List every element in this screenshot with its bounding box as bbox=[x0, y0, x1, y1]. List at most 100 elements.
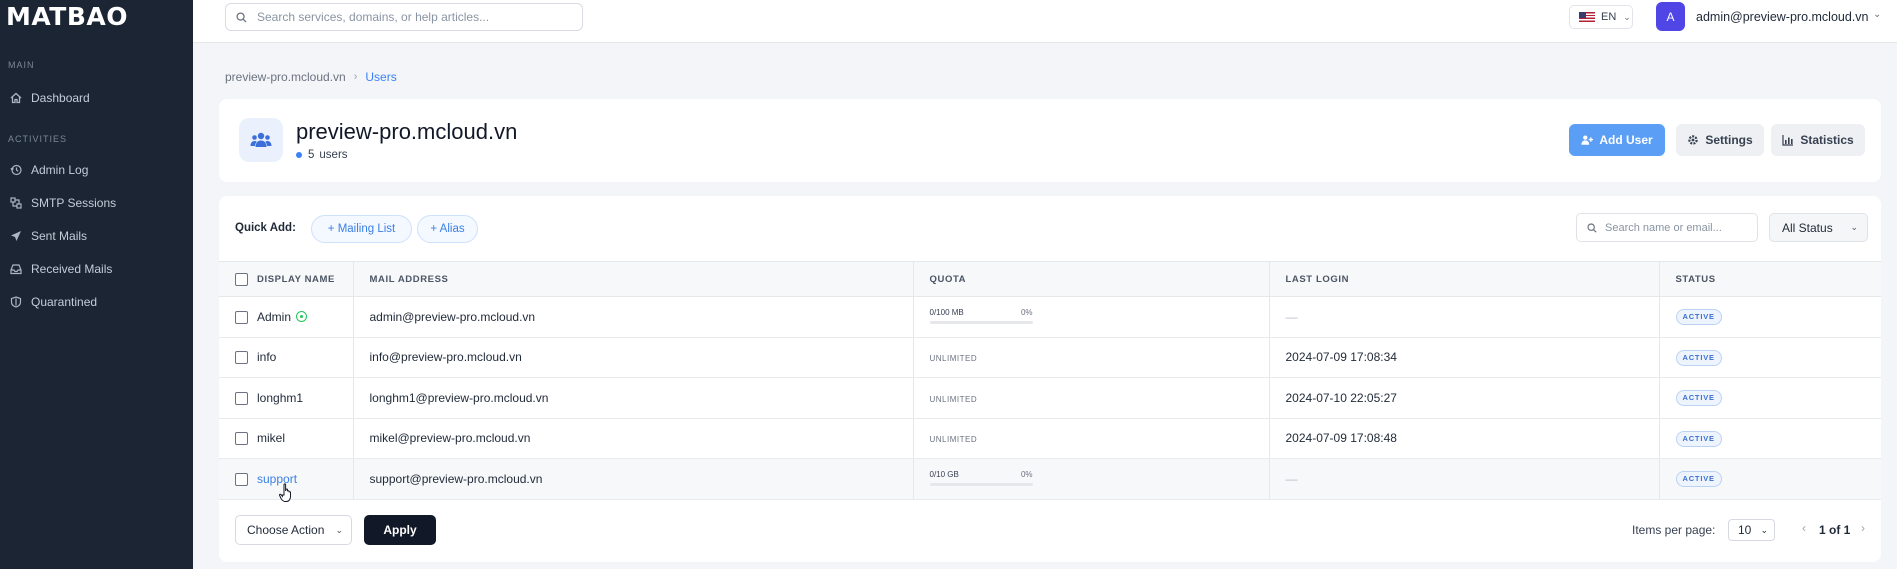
page-title: preview-pro.mcloud.vn bbox=[296, 119, 518, 144]
user-plus-icon bbox=[1581, 135, 1594, 145]
table-row[interactable]: info info@preview-pro.mcloud.vn UNLIMITE… bbox=[219, 337, 1881, 378]
statistics-button[interactable]: Statistics bbox=[1771, 124, 1865, 156]
column-header-status[interactable]: STATUS bbox=[1658, 261, 1881, 297]
email-cell: info@preview-pro.mcloud.vn bbox=[352, 337, 913, 378]
nav-section-main: MAIN bbox=[8, 60, 35, 70]
quota-text: UNLIMITED bbox=[929, 354, 978, 364]
column-header-display-name: DISPLAY NAME bbox=[219, 261, 353, 297]
status-filter-value: All Status bbox=[1782, 220, 1833, 235]
email-cell: admin@preview-pro.mcloud.vn bbox=[352, 296, 913, 338]
domain-header-card: preview-pro.mcloud.vn 5 users Add User S… bbox=[219, 99, 1881, 182]
language-selector[interactable]: EN ⌄ bbox=[1569, 5, 1633, 29]
quota-cell: UNLIMITED bbox=[912, 418, 1269, 459]
users-table-card: Quick Add: + Mailing List + Alias All St… bbox=[219, 196, 1881, 562]
name-cell: info bbox=[219, 337, 353, 378]
sidebar: MATBAO MAIN Dashboard ACTIVITIES Admin L… bbox=[0, 0, 193, 569]
users-table: DISPLAY NAME MAIL ADDRESS QUOTA LAST LOG… bbox=[219, 261, 1881, 500]
quota-meter: 0/10 GB 0% bbox=[929, 469, 1033, 488]
quota-cell: UNLIMITED bbox=[912, 337, 1269, 378]
sidebar-item-received-mails[interactable]: Received Mails bbox=[0, 257, 193, 281]
items-per-page-select[interactable]: 10 ⌄ bbox=[1728, 519, 1775, 541]
next-page-button[interactable]: › bbox=[1861, 521, 1865, 535]
last-login-cell: 2024-07-09 17:08:34 bbox=[1268, 337, 1659, 378]
search-icon bbox=[1587, 222, 1597, 233]
avatar[interactable]: A bbox=[1656, 2, 1685, 31]
row-checkbox[interactable] bbox=[235, 310, 248, 324]
email-cell: support@preview-pro.mcloud.vn bbox=[352, 458, 913, 500]
table-header-row: DISPLAY NAME MAIL ADDRESS QUOTA LAST LOG… bbox=[219, 261, 1881, 297]
quota-text: 0/100 MB bbox=[929, 307, 964, 317]
quota-cell: UNLIMITED bbox=[912, 377, 1269, 419]
sidebar-item-smtp-sessions[interactable]: SMTP Sessions bbox=[0, 191, 193, 215]
user-search[interactable] bbox=[1576, 213, 1758, 242]
sidebar-item-label: Quarantined bbox=[31, 295, 98, 309]
add-mailing-list-button[interactable]: + Mailing List bbox=[311, 215, 412, 243]
admin-user-icon bbox=[296, 311, 308, 323]
sessions-icon bbox=[10, 197, 22, 209]
column-header-quota[interactable]: QUOTA bbox=[912, 261, 1269, 297]
row-checkbox[interactable] bbox=[235, 351, 248, 365]
user-search-input[interactable] bbox=[1605, 221, 1755, 234]
add-user-button[interactable]: Add User bbox=[1569, 124, 1665, 156]
last-login-cell: — bbox=[1268, 458, 1659, 500]
inbox-icon bbox=[10, 263, 22, 275]
status-cell: ACTIVE bbox=[1658, 458, 1881, 500]
statistics-label: Statistics bbox=[1800, 133, 1854, 147]
global-search-input[interactable] bbox=[257, 10, 577, 24]
sidebar-item-label: Sent Mails bbox=[31, 229, 88, 243]
chevron-down-icon[interactable]: ⌄ bbox=[1873, 9, 1881, 20]
quota-percent: 0% bbox=[1020, 469, 1033, 479]
sidebar-item-dashboard[interactable]: Dashboard bbox=[0, 86, 193, 110]
last-login-value: — bbox=[1285, 309, 1298, 324]
breadcrumb-current: Users bbox=[365, 70, 397, 84]
name-cell: longhm1 bbox=[219, 377, 353, 419]
quota-cell: 0/10 GB 0% bbox=[912, 458, 1269, 500]
sidebar-item-label: SMTP Sessions bbox=[31, 196, 117, 210]
user-display-name[interactable]: mikel bbox=[257, 431, 285, 445]
previous-page-button[interactable]: ‹ bbox=[1802, 521, 1806, 535]
last-login-cell: 2024-07-09 17:08:48 bbox=[1268, 418, 1659, 459]
apply-button[interactable]: Apply bbox=[364, 515, 436, 545]
hand-cursor-icon bbox=[279, 483, 291, 502]
topbar: EN ⌄ A admin@preview-pro.mcloud.vn ⌄ bbox=[193, 0, 1897, 43]
column-header-mail-address[interactable]: MAIL ADDRESS bbox=[352, 261, 913, 297]
quota-text: UNLIMITED bbox=[929, 394, 978, 404]
chevron-down-icon: ⌄ bbox=[335, 524, 343, 535]
table-row[interactable]: mikel mikel@preview-pro.mcloud.vn UNLIMI… bbox=[219, 418, 1881, 459]
sidebar-item-label: Admin Log bbox=[31, 163, 89, 177]
quota-text: UNLIMITED bbox=[929, 435, 978, 445]
user-menu-email[interactable]: admin@preview-pro.mcloud.vn bbox=[1696, 10, 1868, 24]
user-display-name[interactable]: info bbox=[257, 350, 276, 364]
quota-text: 0/10 GB bbox=[929, 469, 959, 479]
breadcrumb-domain-link[interactable]: preview-pro.mcloud.vn bbox=[225, 70, 346, 84]
bulk-action-select[interactable]: Choose Action ⌄ bbox=[235, 515, 352, 545]
row-checkbox[interactable] bbox=[235, 391, 248, 405]
bar-chart-icon bbox=[1782, 135, 1794, 146]
status-filter-select[interactable]: All Status ⌄ bbox=[1769, 213, 1868, 242]
sidebar-item-sent-mails[interactable]: Sent Mails bbox=[0, 224, 193, 248]
quota-percent: 0% bbox=[1020, 307, 1033, 317]
table-row[interactable]: Admin admin@preview-pro.mcloud.vn 0/100 … bbox=[219, 296, 1881, 338]
items-per-page-value: 10 bbox=[1738, 523, 1752, 537]
user-count: 5 users bbox=[296, 149, 348, 161]
add-alias-button[interactable]: + Alias bbox=[417, 215, 478, 243]
search-icon bbox=[236, 11, 247, 23]
row-checkbox[interactable] bbox=[235, 472, 248, 486]
chevron-down-icon: ⌄ bbox=[1850, 222, 1858, 232]
table-row[interactable]: support support@preview-pro.mcloud.vn 0/… bbox=[219, 458, 1881, 500]
settings-label: Settings bbox=[1705, 133, 1753, 147]
row-checkbox[interactable] bbox=[235, 432, 248, 446]
settings-button[interactable]: Settings bbox=[1676, 124, 1764, 156]
language-code: EN bbox=[1601, 11, 1617, 23]
sidebar-item-admin-log[interactable]: Admin Log bbox=[0, 158, 193, 182]
select-all-checkbox[interactable] bbox=[235, 272, 248, 286]
sidebar-item-quarantined[interactable]: Quarantined bbox=[0, 290, 193, 314]
table-row[interactable]: longhm1 longhm1@preview-pro.mcloud.vn UN… bbox=[219, 377, 1881, 419]
status-cell: ACTIVE bbox=[1658, 377, 1881, 419]
status-cell: ACTIVE bbox=[1658, 296, 1881, 338]
global-search[interactable] bbox=[225, 3, 583, 31]
user-display-name[interactable]: longhm1 bbox=[257, 391, 303, 405]
user-display-name[interactable]: Admin bbox=[257, 310, 291, 324]
column-header-last-login[interactable]: LAST LOGIN bbox=[1268, 261, 1659, 297]
status-badge: ACTIVE bbox=[1675, 309, 1722, 326]
